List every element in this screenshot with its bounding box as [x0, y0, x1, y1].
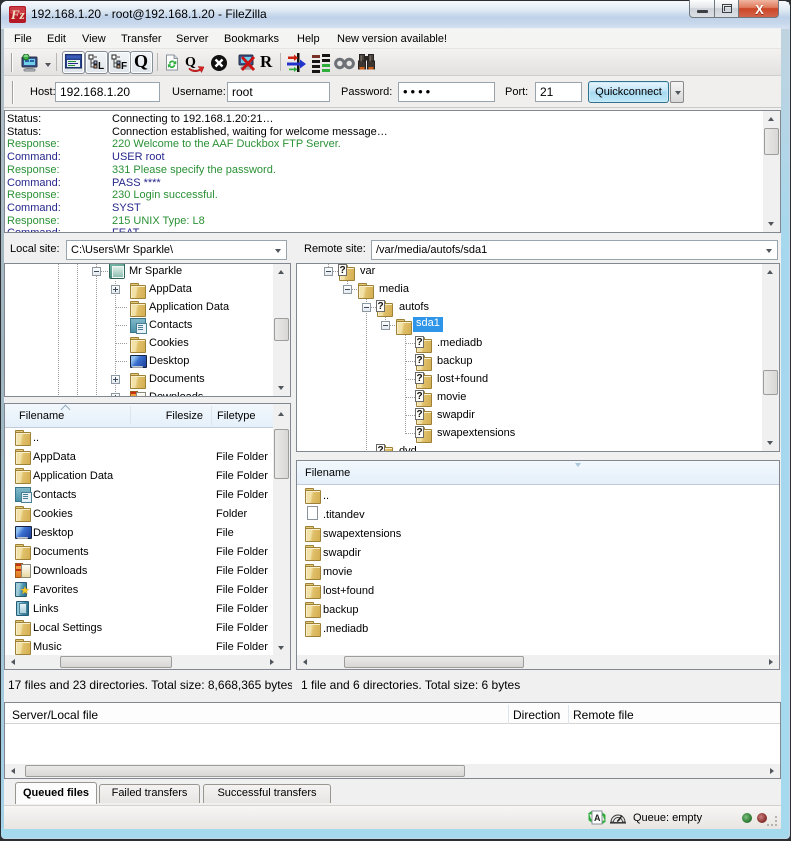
- svg-text:A: A: [594, 813, 601, 823]
- svg-text:L: L: [98, 61, 104, 72]
- svg-text:Q: Q: [185, 55, 196, 70]
- svg-text:Fz: Fz: [10, 7, 26, 22]
- svg-text:F: F: [121, 61, 127, 72]
